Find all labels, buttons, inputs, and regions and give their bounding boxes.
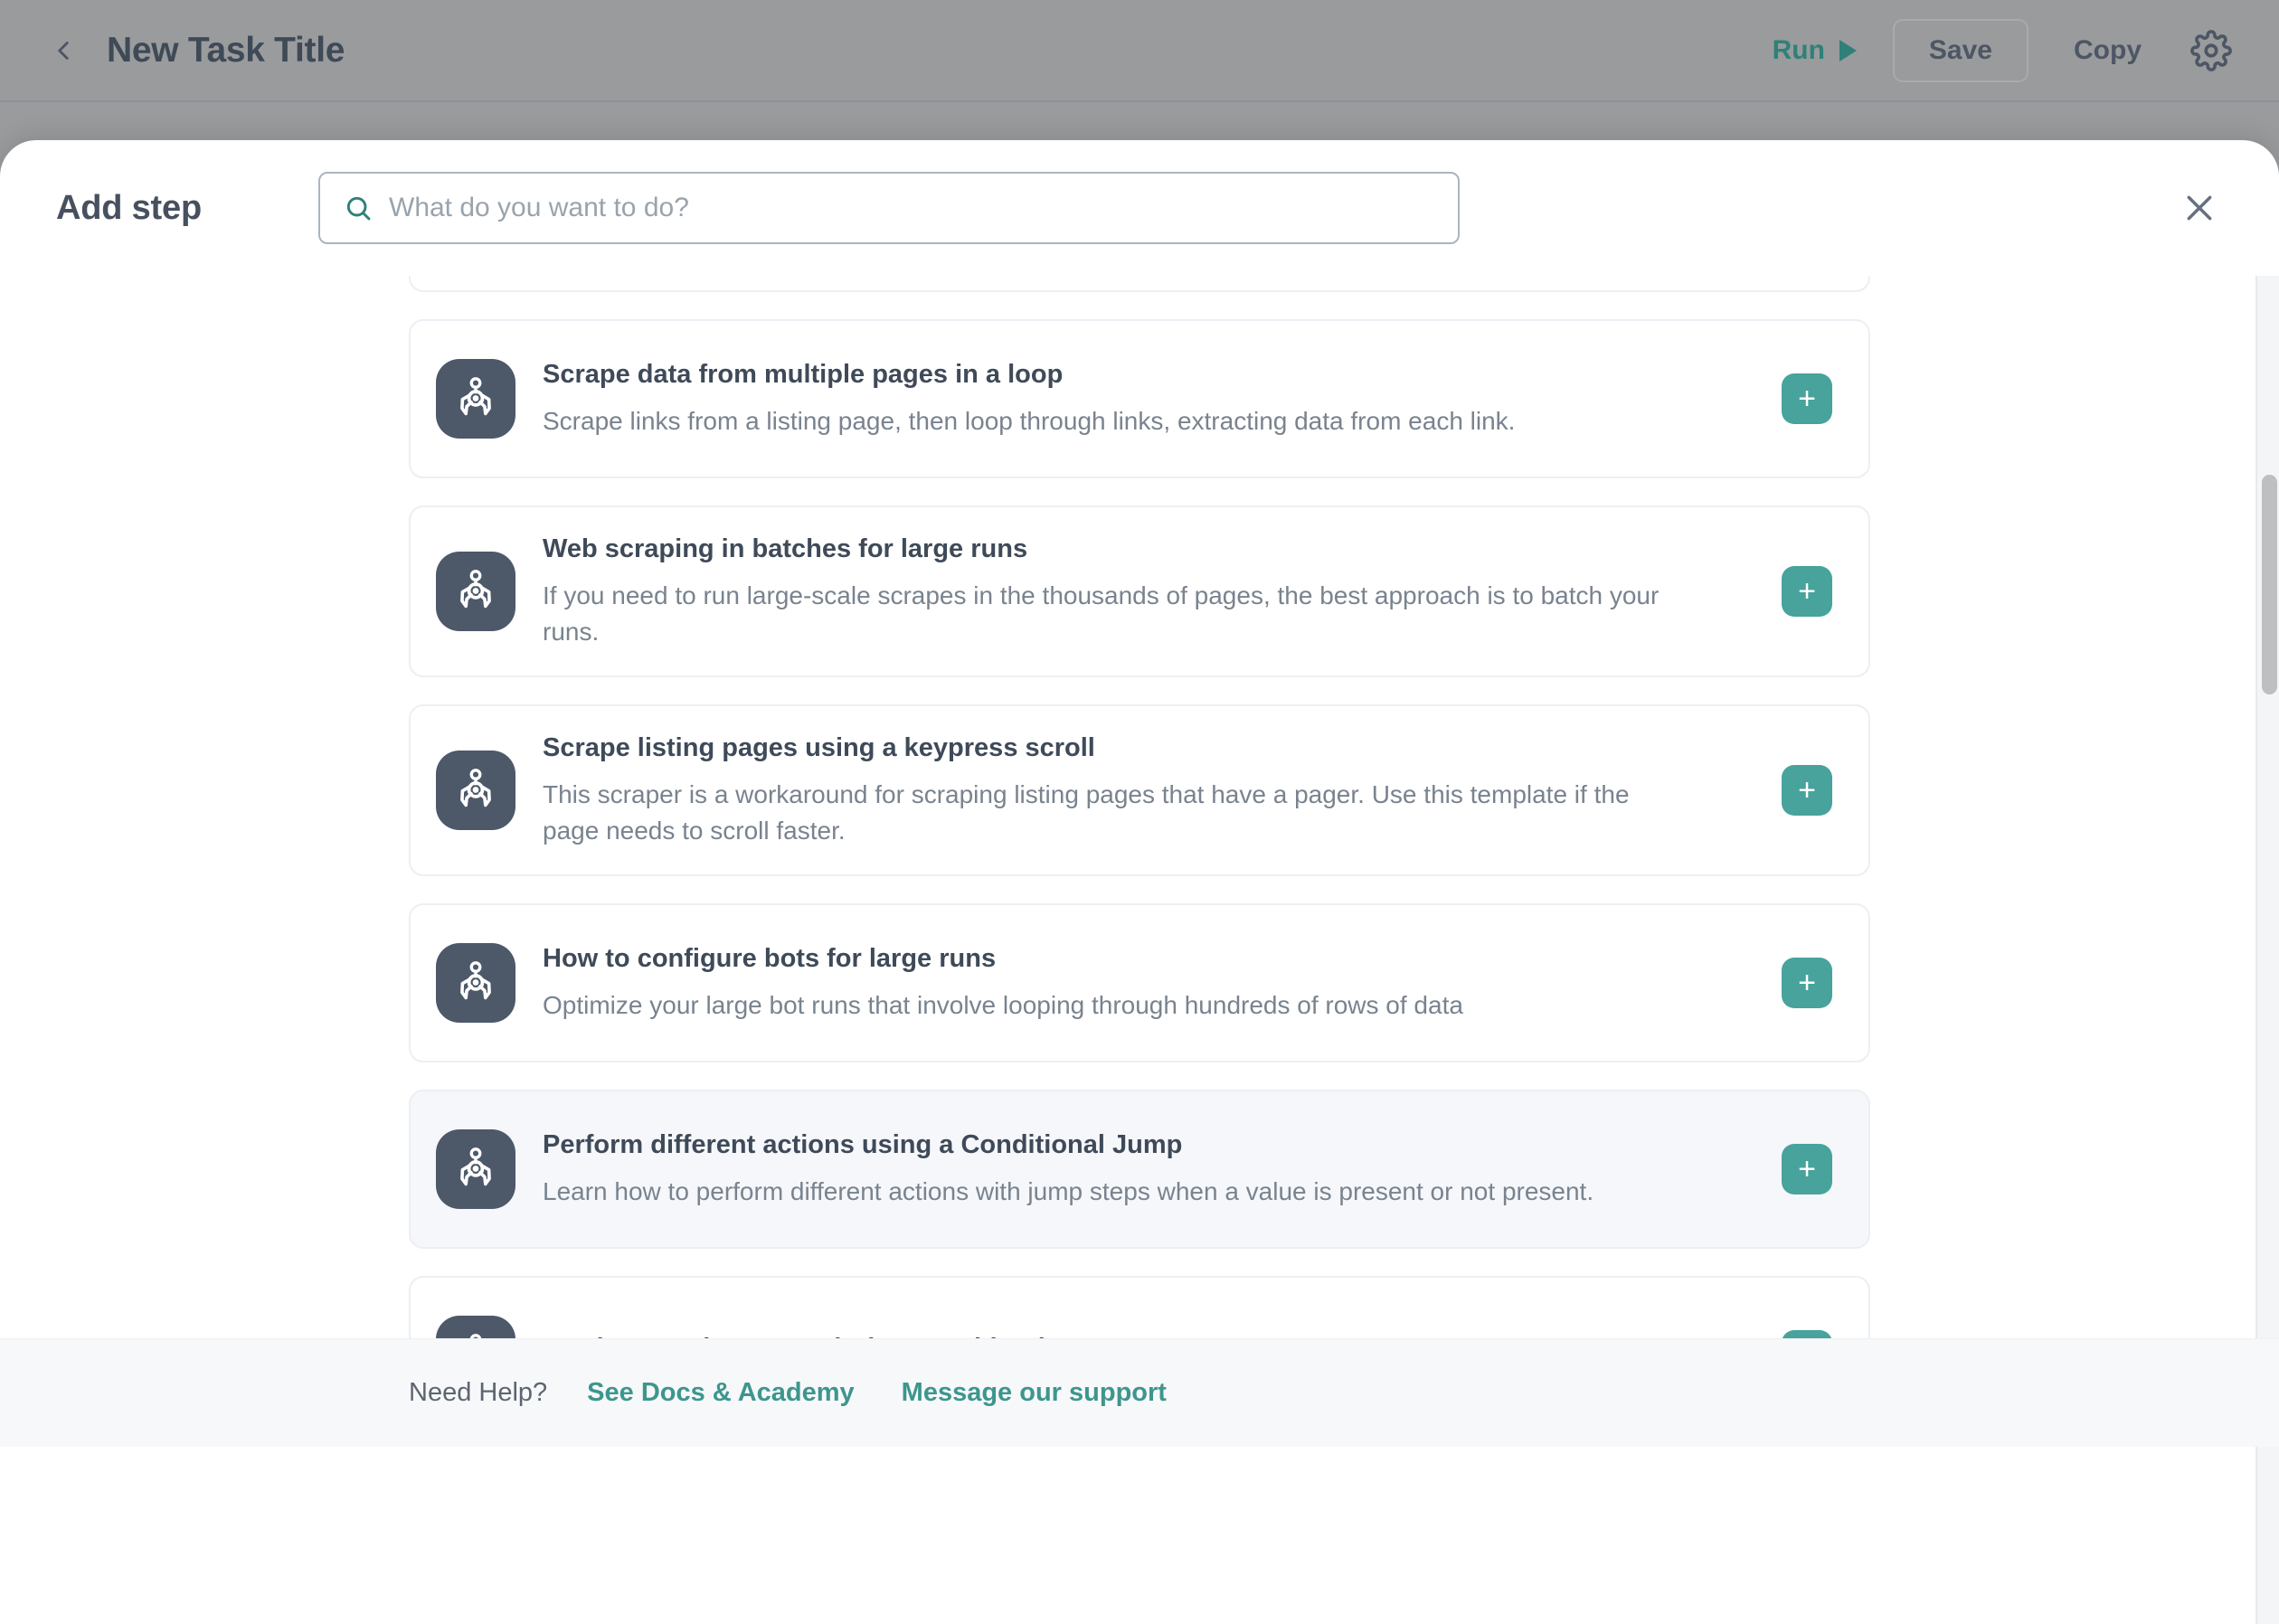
copy-button[interactable]: Copy [2061, 35, 2154, 66]
step-text: Web scraping in batches for large runs I… [543, 533, 1782, 650]
step-card[interactable]: Scrape listing pages using a keypress sc… [409, 704, 1870, 876]
step-card[interactable]: Web scraping in batches for large runs I… [409, 505, 1870, 677]
robot-claw-icon [436, 359, 515, 439]
search-icon [344, 194, 373, 222]
step-card[interactable]: How to configure bots for large runs Opt… [409, 903, 1870, 1062]
step-description: If you need to run large-scale scrapes i… [543, 578, 1678, 650]
robot-claw-icon [436, 552, 515, 631]
step-card[interactable]: Scraping links from a listing page into … [409, 276, 1870, 292]
gear-icon[interactable] [2190, 30, 2232, 71]
step-text: Perform different actions using a Condit… [543, 1128, 1782, 1210]
step-description: Optimize your large bot runs that involv… [543, 987, 1678, 1024]
modal-footer: Need Help? See Docs & Academy Message ou… [0, 1338, 2279, 1447]
play-triangle-icon [1839, 40, 1857, 61]
docs-academy-link[interactable]: See Docs & Academy [587, 1378, 855, 1408]
scrollbar-thumb[interactable] [2262, 475, 2277, 694]
app-header: New Task Title Run Save Copy [0, 0, 2279, 102]
step-card[interactable]: Scrape data from multiple pages in a loo… [409, 319, 1870, 478]
add-step-button[interactable]: + [1782, 566, 1832, 617]
add-step-button[interactable]: + [1782, 958, 1832, 1008]
add-step-button[interactable]: + [1782, 373, 1832, 424]
step-description: Scrape links from a listing page, then l… [543, 403, 1678, 439]
robot-claw-icon [436, 943, 515, 1023]
search-input[interactable] [389, 174, 1458, 242]
message-support-link[interactable]: Message our support [902, 1378, 1167, 1408]
step-title: Scrape listing pages using a keypress sc… [543, 732, 1745, 764]
add-step-button[interactable]: + [1782, 765, 1832, 816]
save-button[interactable]: Save [1893, 19, 2028, 82]
add-step-modal: Add step [0, 140, 2279, 1624]
modal-title: Add step [56, 189, 318, 228]
chevron-left-icon[interactable] [45, 33, 81, 69]
run-label: Run [1773, 35, 1825, 66]
step-results-inner: Scraping links from a listing page into … [0, 276, 2279, 1462]
run-button[interactable]: Run [1753, 35, 1877, 66]
step-text: Scrape listing pages using a keypress sc… [543, 732, 1782, 849]
step-title: Web scraping in batches for large runs [543, 533, 1745, 565]
need-help-label: Need Help? [409, 1378, 547, 1408]
add-step-button[interactable]: + [1782, 1144, 1832, 1194]
step-title: Perform different actions using a Condit… [543, 1128, 1745, 1161]
header-actions: Run Save Copy [1753, 19, 2232, 82]
step-description: This scraper is a workaround for scrapin… [543, 777, 1678, 849]
robot-claw-icon [436, 1129, 515, 1209]
page-title[interactable]: New Task Title [107, 31, 345, 71]
modal-header: Add step [0, 140, 2279, 276]
step-title: Scrape data from multiple pages in a loo… [543, 358, 1745, 391]
close-icon[interactable] [2176, 184, 2223, 231]
search-box[interactable] [318, 172, 1460, 244]
step-text: How to configure bots for large runs Opt… [543, 942, 1782, 1024]
step-text: Scrape data from multiple pages in a loo… [543, 358, 1782, 439]
step-card[interactable]: Perform different actions using a Condit… [409, 1090, 1870, 1249]
step-title: How to configure bots for large runs [543, 942, 1745, 975]
step-description: Learn how to perform different actions w… [543, 1174, 1678, 1210]
robot-claw-icon [436, 751, 515, 830]
